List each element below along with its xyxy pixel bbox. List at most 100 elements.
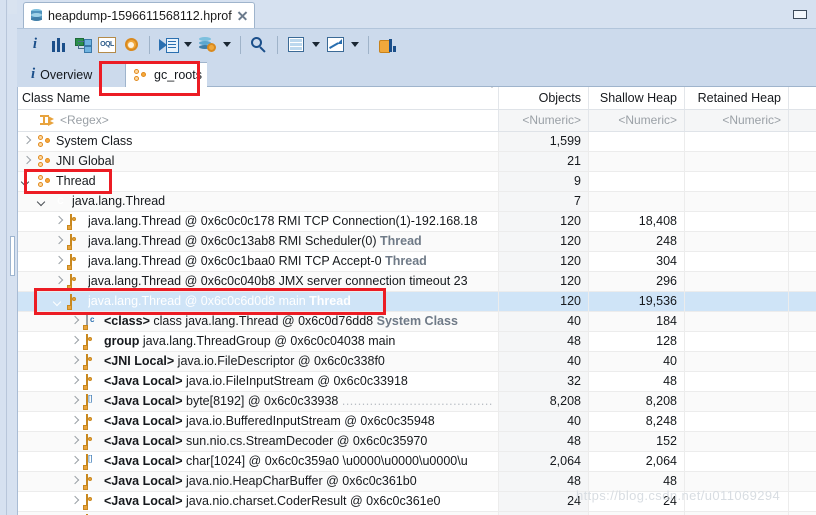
export-table-button[interactable] (285, 33, 307, 57)
calculate-retained-size-button[interactable] (120, 33, 142, 57)
table-row[interactable]: java.lang.Thread @ 0x6c0c1baa0 RMI TCP A… (18, 252, 816, 272)
table-row[interactable]: <class> class java.lang.Thread @ 0x6c0d7… (18, 312, 816, 332)
row-icon (70, 274, 84, 290)
row-label: java.lang.Thread @ 0x6c0c13ab8 RMI Sched… (88, 232, 422, 251)
cell-objects: 120 (498, 212, 588, 231)
chevron-right-icon[interactable] (70, 497, 80, 507)
cell-objects: 1,599 (498, 132, 588, 151)
chevron-right-icon[interactable] (54, 217, 64, 227)
histogram-button[interactable] (48, 33, 70, 57)
filter-name-placeholder[interactable]: <Regex> (60, 110, 109, 131)
compare-button[interactable] (376, 33, 398, 57)
compare-histogram-icon (378, 37, 396, 53)
run-expert-system-button[interactable] (157, 33, 179, 57)
column-header-objects[interactable]: Objects (498, 87, 588, 109)
table-row[interactable]: <Java Local> java.io.FileInputStream @ 0… (18, 372, 816, 392)
cell-retained (684, 132, 788, 151)
cell-retained (684, 232, 788, 251)
chevron-right-icon[interactable] (70, 457, 80, 467)
editor-tab-label: heapdump-1596611568112.hprof (48, 9, 232, 23)
table-row[interactable]: JNI Global 21 (18, 152, 816, 172)
row-label: java.lang.Thread @ 0x6c0c1baa0 RMI TCP A… (88, 252, 427, 271)
table-row[interactable]: <JNI Local> java.io.FileDescriptor @ 0x6… (18, 352, 816, 372)
close-icon[interactable] (237, 11, 247, 21)
cell-spacer (788, 312, 816, 331)
row-label: <Java Local> char[1024] @ 0x6c0c359a0 \u… (104, 452, 468, 471)
row-icon (86, 494, 100, 510)
cell-retained (684, 272, 788, 291)
cell-objects: 24 (498, 492, 588, 511)
object-instance-icon (86, 374, 88, 390)
table-row[interactable]: <Java Local> java.nio.charset.CoderResul… (18, 492, 816, 512)
chevron-down-icon[interactable] (22, 177, 32, 187)
row-label-segment: java.lang.Thread (72, 194, 166, 208)
column-header-label: Class Name (22, 91, 91, 105)
row-label-segment: byte[8192] @ 0x6c0c33938 (182, 394, 342, 408)
cell-retained (684, 352, 788, 371)
row-icon (86, 354, 100, 370)
chevron-down-icon[interactable] (54, 297, 64, 307)
histogram-bars-icon (51, 37, 67, 52)
table-row[interactable]: <Java Local> java.nio.HeapCharBuffer @ 0… (18, 472, 816, 492)
chevron-right-icon[interactable] (22, 157, 32, 167)
cell-shallow: 304 (588, 252, 684, 271)
chevron-right-icon[interactable] (54, 237, 64, 247)
chevron-right-icon[interactable] (70, 357, 80, 367)
filter-objects[interactable]: <Numeric> (498, 110, 588, 131)
window-left-edge (0, 0, 8, 515)
cell-shallow: 40 (588, 352, 684, 371)
export-chart-dropdown[interactable] (348, 33, 361, 57)
chevron-right-icon[interactable] (22, 137, 32, 147)
column-header-shallow[interactable]: Shallow Heap (588, 87, 684, 109)
view-tab-bar: i Overview gc_roots (17, 59, 816, 87)
table-row[interactable]: <Java Local> char[1024] @ 0x6c0c359a0 \u… (18, 452, 816, 472)
table-row[interactable]: java.lang.Thread @ 0x6c0c6d0d8 main Thre… (18, 292, 816, 312)
view-stack-handle[interactable] (10, 236, 15, 276)
cell-spacer (788, 232, 816, 251)
toolbar-separator (368, 35, 369, 54)
table-row[interactable]: group java.lang.ThreadGroup @ 0x6c0c0403… (18, 332, 816, 352)
query-browser-dropdown[interactable] (220, 33, 233, 57)
chevron-right-icon[interactable] (70, 317, 80, 327)
chevron-right-icon[interactable] (70, 437, 80, 447)
chevron-right-icon[interactable] (70, 477, 80, 487)
column-header-label: Retained Heap (697, 91, 781, 105)
chevron-right-icon[interactable] (70, 397, 80, 407)
chevron-right-icon[interactable] (54, 277, 64, 287)
filter-spacer[interactable] (788, 110, 816, 131)
find-button[interactable] (248, 33, 270, 57)
run-query-dropdown[interactable] (181, 33, 194, 57)
table-row[interactable]: <Java Local> byte[8192] @ 0x6c0c33938 ..… (18, 392, 816, 412)
export-chart-button[interactable] (324, 33, 346, 57)
column-header-retained[interactable]: Retained Heap (684, 87, 788, 109)
minimize-button[interactable] (792, 8, 808, 20)
column-header-spacer[interactable] (788, 87, 816, 109)
editor-toolbar: i OQL (17, 28, 816, 60)
chevron-right-icon[interactable] (70, 377, 80, 387)
row-label-segment: Thread (380, 234, 422, 248)
chevron-right-icon[interactable] (54, 257, 64, 267)
overview-info-button[interactable]: i (24, 33, 46, 57)
export-table-dropdown[interactable] (309, 33, 322, 57)
table-row[interactable]: java.lang.Thread @ 0x6c0c13ab8 RMI Sched… (18, 232, 816, 252)
dominator-tree-button[interactable] (72, 33, 94, 57)
oql-button[interactable]: OQL (96, 33, 118, 57)
table-row[interactable]: java.lang.Thread @ 0x6c0c0c178 RMI TCP C… (18, 212, 816, 232)
table-row[interactable]: Thread 9 (18, 172, 816, 192)
chevron-right-icon[interactable] (70, 417, 80, 427)
table-row[interactable]: <Java Local> java.io.BufferedInputStream… (18, 412, 816, 432)
table-filter-row[interactable]: <Regex> <Numeric> <Numeric> <Numeric> (18, 110, 816, 132)
table-row[interactable]: java.lang.Thread 7 (18, 192, 816, 212)
tab-overview[interactable]: i Overview (23, 62, 100, 87)
chevron-right-icon[interactable] (70, 337, 80, 347)
query-browser-button[interactable] (196, 33, 218, 57)
column-header-name[interactable]: Class Name (22, 87, 498, 109)
table-row[interactable]: <Java Local> sun.nio.cs.StreamDecoder @ … (18, 432, 816, 452)
filter-shallow[interactable]: <Numeric> (588, 110, 684, 131)
row-label-segment: Thread (309, 294, 351, 308)
editor-tab-heapdump[interactable]: heapdump-1596611568112.hprof (23, 2, 255, 29)
table-row[interactable]: System Class 1,599 (18, 132, 816, 152)
chevron-down-icon[interactable] (38, 197, 48, 207)
table-row[interactable]: java.lang.Thread @ 0x6c0c040b8 JMX serve… (18, 272, 816, 292)
filter-retained[interactable]: <Numeric> (684, 110, 788, 131)
